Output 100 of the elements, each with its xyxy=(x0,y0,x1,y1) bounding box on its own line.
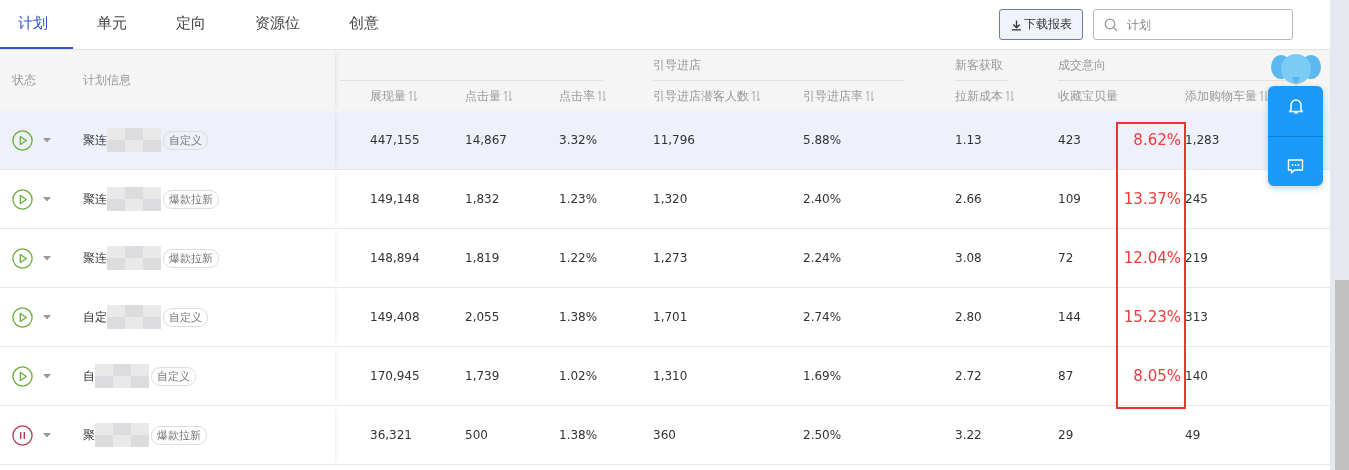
redacted-text xyxy=(107,128,161,152)
table-cell: 14,867 xyxy=(465,133,507,147)
redacted-text xyxy=(107,305,161,329)
table-cell: 170,945 xyxy=(370,369,420,383)
table-cell: 1.02% xyxy=(559,369,598,383)
table-cell: 1,283 xyxy=(1185,133,1220,147)
column-header: 引导进店潜客人数 xyxy=(653,87,749,105)
table-cell: 1.13 xyxy=(955,133,982,147)
play-icon[interactable] xyxy=(12,365,33,387)
plan-name: 聚 xyxy=(83,426,95,444)
search-field[interactable]: 计划 xyxy=(1093,9,1293,40)
group-header: 成交意向 xyxy=(1058,56,1106,74)
pause-icon[interactable] xyxy=(12,424,33,446)
table-cell: 149,408 xyxy=(370,310,420,324)
table-cell: 29 xyxy=(1058,428,1074,442)
table-cell: 3.22 xyxy=(955,428,982,442)
caret-icon[interactable] xyxy=(43,373,51,379)
group-header: 引导进店 xyxy=(653,56,701,74)
table-cell: 2.74% xyxy=(803,310,842,324)
plan-tag: 自定义 xyxy=(163,130,208,150)
table-cell: 1.23% xyxy=(559,192,598,206)
table-cell: 2.50% xyxy=(803,428,842,442)
table-cell: 1.38% xyxy=(559,310,598,324)
sort-icon[interactable] xyxy=(503,90,513,102)
table-cell: 1,701 xyxy=(653,310,688,324)
annotation-value: 8.62% xyxy=(1133,131,1181,149)
table-cell: 2,055 xyxy=(465,310,500,324)
plan-name: 聚连 xyxy=(83,249,107,267)
table-cell: 87 xyxy=(1058,369,1074,383)
download-report-button[interactable]: 下载报表 xyxy=(999,9,1083,40)
table-cell: 11,796 xyxy=(653,133,695,147)
table-cell: 144 xyxy=(1058,310,1081,324)
tab[interactable]: 创意 xyxy=(331,0,404,49)
table-cell: 3.08 xyxy=(955,251,982,265)
table-cell: 2.24% xyxy=(803,251,842,265)
table-cell: 36,321 xyxy=(370,428,412,442)
caret-icon[interactable] xyxy=(43,196,51,202)
table-cell: 1.22% xyxy=(559,251,598,265)
table-cell: 313 xyxy=(1185,310,1208,324)
redacted-text xyxy=(107,187,161,211)
table-cell: 2.66 xyxy=(955,192,982,206)
table-cell: 49 xyxy=(1185,428,1201,442)
table-cell: 140 xyxy=(1185,369,1208,383)
play-icon[interactable] xyxy=(12,247,33,269)
table-cell: 149,148 xyxy=(370,192,420,206)
table-cell: 500 xyxy=(465,428,488,442)
tab[interactable]: 资源位 xyxy=(237,0,325,49)
plan-name: 自 xyxy=(83,367,95,385)
sort-icon[interactable] xyxy=(1005,90,1015,102)
tab[interactable]: 单元 xyxy=(79,0,152,49)
search-icon xyxy=(1104,18,1118,32)
caret-icon[interactable] xyxy=(43,255,51,261)
redacted-text xyxy=(107,246,161,270)
column-header: 引导进店率 xyxy=(803,87,863,105)
column-header: 点击率 xyxy=(559,87,595,105)
sort-icon[interactable] xyxy=(1259,90,1269,102)
caret-icon[interactable] xyxy=(43,137,51,143)
chat-icon[interactable] xyxy=(1287,158,1304,176)
table-cell: 3.32% xyxy=(559,133,598,147)
column-header: 收藏宝贝量 xyxy=(1058,87,1118,105)
play-icon[interactable] xyxy=(12,188,33,210)
table-cell: 5.88% xyxy=(803,133,842,147)
column-header: 点击量 xyxy=(465,87,501,105)
tab[interactable]: 定向 xyxy=(158,0,231,49)
sort-icon[interactable] xyxy=(751,90,761,102)
annotation-value: 13.37% xyxy=(1123,190,1181,208)
redacted-text xyxy=(95,423,149,447)
redacted-text xyxy=(95,364,149,388)
plan-tag: 爆款拉新 xyxy=(163,248,219,268)
table-cell: 1,832 xyxy=(465,192,500,206)
table-cell: 1,739 xyxy=(465,369,500,383)
column-header: 状态 xyxy=(12,72,36,89)
table-cell: 1.69% xyxy=(803,369,842,383)
table-cell: 72 xyxy=(1058,251,1074,265)
table-cell: 1,273 xyxy=(653,251,688,265)
column-header: 拉新成本 xyxy=(955,87,1003,105)
bell-icon[interactable] xyxy=(1287,96,1304,115)
column-header: 计划信息 xyxy=(83,72,131,89)
table-cell: 148,894 xyxy=(370,251,420,265)
plan-tag: 爆款拉新 xyxy=(163,189,219,209)
group-header: 新客获取 xyxy=(955,56,1003,74)
table-cell: 360 xyxy=(653,428,676,442)
sort-icon[interactable] xyxy=(408,90,418,102)
table-cell: 1,320 xyxy=(653,192,688,206)
caret-icon[interactable] xyxy=(43,314,51,320)
plan-tag: 爆款拉新 xyxy=(151,425,207,445)
play-icon[interactable] xyxy=(12,129,33,151)
table-cell: 1.38% xyxy=(559,428,598,442)
play-icon[interactable] xyxy=(12,306,33,328)
annotation-value: 8.05% xyxy=(1133,367,1181,385)
scrollbar-thumb[interactable] xyxy=(1335,280,1349,470)
sort-icon[interactable] xyxy=(865,90,875,102)
table-cell: 447,155 xyxy=(370,133,420,147)
table-cell: 245 xyxy=(1185,192,1208,206)
sort-icon[interactable] xyxy=(597,90,607,102)
annotation-value: 12.04% xyxy=(1123,249,1181,267)
plan-tag: 自定义 xyxy=(163,307,208,327)
table-cell: 2.40% xyxy=(803,192,842,206)
table-cell: 109 xyxy=(1058,192,1081,206)
caret-icon[interactable] xyxy=(43,432,51,438)
